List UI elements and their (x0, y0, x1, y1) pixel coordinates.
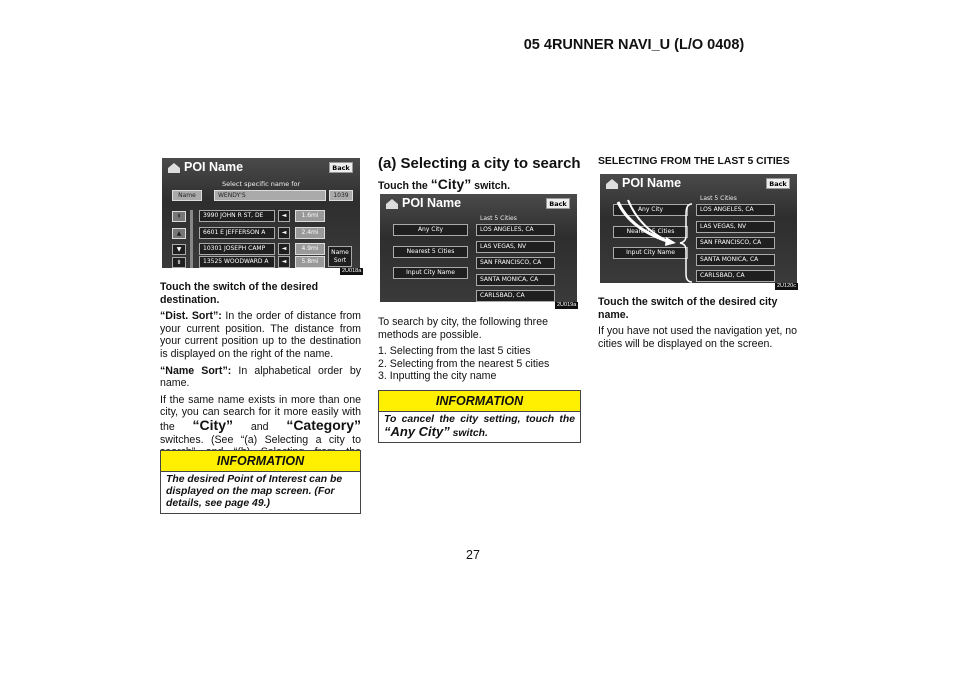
list-item: 13525 WOODWARD A (199, 256, 275, 268)
distance-value: 4.9mi (295, 243, 325, 255)
city-item: CARLSBAD, CA (476, 290, 555, 302)
scrollbar (190, 210, 193, 268)
poi-name-list-screenshot: POI Name Back Select specific name for N… (162, 158, 360, 268)
information-title: INFORMATION (161, 451, 360, 472)
city-item: LAS VEGAS, NV (476, 241, 555, 253)
information-box: INFORMATION The desired Point of Interes… (160, 450, 361, 514)
back-button: Back (546, 198, 570, 209)
arrow-left-icon: ◄ (278, 227, 290, 239)
information-title: INFORMATION (379, 391, 580, 412)
any-city-button: Any City (393, 224, 468, 236)
arrow-left-icon: ◄ (278, 256, 290, 268)
arrow-left-icon: ◄ (278, 210, 290, 222)
screen-title: POI Name (184, 160, 244, 174)
nearest-5-cities-button: Nearest 5 Cities (393, 246, 468, 258)
page-up-button: ⇞ (172, 211, 186, 222)
figure-label: 2U018a (340, 268, 364, 275)
name-sort-description: “Name Sort”: In alphabetical order by na… (160, 364, 362, 390)
name-field: WENDY'S (214, 190, 326, 201)
name-button: Name (172, 190, 202, 201)
methods-list: 1. Selecting from the last 5 cities 2. S… (378, 345, 581, 383)
house-icon (386, 199, 398, 209)
list-item: 1. Selecting from the last 5 cities (378, 345, 531, 358)
information-text: To cancel the city setting, touch the “A… (384, 414, 575, 439)
information-text: The desired Point of Interest can be dis… (166, 474, 343, 509)
arrow-left-icon: ◄ (278, 243, 290, 255)
city-item: LOS ANGELES, CA (476, 224, 555, 236)
count-display: 1039 (329, 190, 353, 201)
methods-intro: To search by city, the following three m… (378, 316, 548, 341)
page-down-button: ⇟ (172, 257, 186, 268)
page-number: 27 (466, 548, 480, 562)
pointer-arrows-icon (616, 199, 693, 283)
distance-value: 1.6mi (295, 210, 325, 222)
city-item: SANTA MONICA, CA (476, 274, 555, 286)
distance-value: 2.4mi (295, 227, 325, 239)
figure-label: 2U019a (555, 302, 579, 309)
back-button: Back (329, 162, 353, 173)
distance-value: 5.8mi (295, 256, 325, 268)
no-cities-note: If you have not used the navigation yet,… (598, 325, 798, 350)
dist-sort-description: “Dist. Sort”: In the order of distance f… (160, 310, 361, 360)
house-icon (168, 163, 180, 173)
input-city-name-button: Input City Name (393, 267, 468, 279)
figure-label: 2U120c (775, 283, 798, 290)
list-item: 10301 JOSEPH CAMP (199, 243, 275, 255)
last-5-cities-screenshot: POI Name Back Any City Nearest 5 Cities … (600, 174, 797, 283)
city-select-screenshot: POI Name Back Any City Nearest 5 Cities … (380, 194, 577, 302)
section-heading: SELECTING FROM THE LAST 5 CITIES (598, 156, 790, 167)
city-item: SAN FRANCISCO, CA (476, 257, 555, 269)
prompt-text: Select specific name for (222, 180, 301, 188)
list-item: 6601 E JEFFERSON A (199, 227, 275, 239)
touch-city-instruction: Touch the “City” switch. (378, 176, 511, 192)
screen-title: POI Name (402, 196, 462, 210)
scroll-up-button: ▲ (172, 228, 186, 239)
section-heading: (a) Selecting a city to search (378, 155, 581, 172)
list-item: 3. Inputting the city name (378, 370, 497, 383)
brace-icon (679, 203, 693, 283)
information-box: INFORMATION To cancel the city setting, … (378, 390, 581, 443)
document-header: 05 4RUNNER NAVI_U (L/O 0408) (523, 37, 745, 53)
list-item: 3990 JOHN R ST, DE (199, 210, 275, 222)
scroll-down-button: ▼ (172, 244, 186, 255)
last-5-cities-caption: Last 5 Cities (480, 215, 517, 222)
list-item: 2. Selecting from the nearest 5 cities (378, 357, 550, 370)
instruction-heading: Touch the switch of the desired city nam… (598, 296, 778, 321)
instruction-heading: Touch the switch of the desired destinat… (160, 281, 319, 306)
name-sort-button: Name Sort (328, 246, 352, 267)
